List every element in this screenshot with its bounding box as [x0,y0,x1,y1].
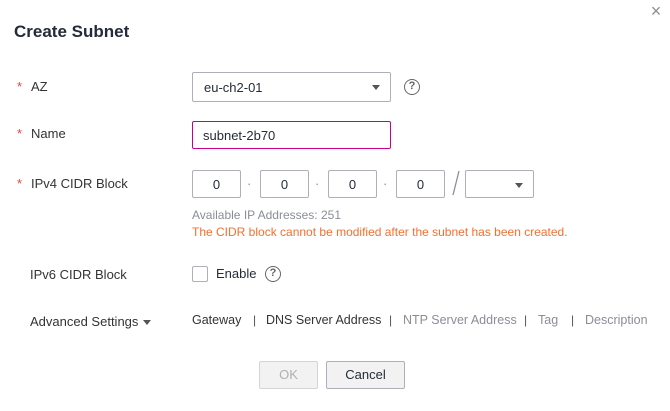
slash-divider [452,170,460,196]
advanced-separator: | [253,313,257,327]
az-label-row: * AZ [17,79,48,94]
required-mark: * [17,176,23,191]
required-mark: * [17,79,23,94]
ipv4-octet-1-input[interactable] [192,170,241,198]
octet-separator: · [383,176,388,191]
advanced-item-tag[interactable]: Tag [538,313,558,327]
chevron-down-icon[interactable] [143,320,151,325]
ipv6-help-icon[interactable]: ? [265,266,281,282]
advanced-separator: | [524,313,528,327]
ipv4-octet-3-input[interactable] [328,170,377,198]
az-help-icon[interactable]: ? [404,79,420,95]
advanced-item-ntp[interactable]: NTP Server Address [403,313,517,327]
available-ip-text: Available IP Addresses: 251 [192,208,341,222]
name-label: Name [31,126,66,141]
ipv6-enable-checkbox[interactable] [192,266,208,282]
required-mark: * [17,126,23,141]
ipv4-label-row: * IPv4 CIDR Block [17,176,128,191]
advanced-item-gateway[interactable]: Gateway [192,313,241,327]
ipv6-label: IPv6 CIDR Block [30,267,127,282]
cidr-warning-text: The CIDR block cannot be modified after … [192,225,568,239]
name-input[interactable] [192,121,391,149]
advanced-settings-toggle[interactable]: Advanced Settings [30,314,138,329]
chevron-down-icon [372,85,380,90]
ipv4-label: IPv4 CIDR Block [31,176,128,191]
ipv4-mask-select[interactable] [465,170,534,198]
cancel-button[interactable]: Cancel [326,361,405,389]
az-label: AZ [31,79,48,94]
ipv4-octet-4-input[interactable] [396,170,445,198]
az-select-value: eu-ch2-01 [204,80,263,95]
octet-separator: · [247,176,252,191]
name-label-row: * Name [17,126,66,141]
ipv6-enable-label[interactable]: Enable [216,266,256,281]
advanced-item-description[interactable]: Description [585,313,648,327]
create-subnet-dialog: Create Subnet × * AZ eu-ch2-01 ? * Name * I… [0,0,670,411]
chevron-down-icon [515,183,523,188]
octet-separator: · [315,176,320,191]
ok-button[interactable]: OK [259,361,318,389]
close-icon[interactable]: × [647,2,665,20]
dialog-title: Create Subnet [14,22,130,41]
az-select[interactable]: eu-ch2-01 [192,72,391,102]
advanced-separator: | [389,313,393,327]
ipv4-octet-2-input[interactable] [260,170,309,198]
advanced-item-dns[interactable]: DNS Server Address [266,313,381,327]
advanced-separator: | [571,313,575,327]
